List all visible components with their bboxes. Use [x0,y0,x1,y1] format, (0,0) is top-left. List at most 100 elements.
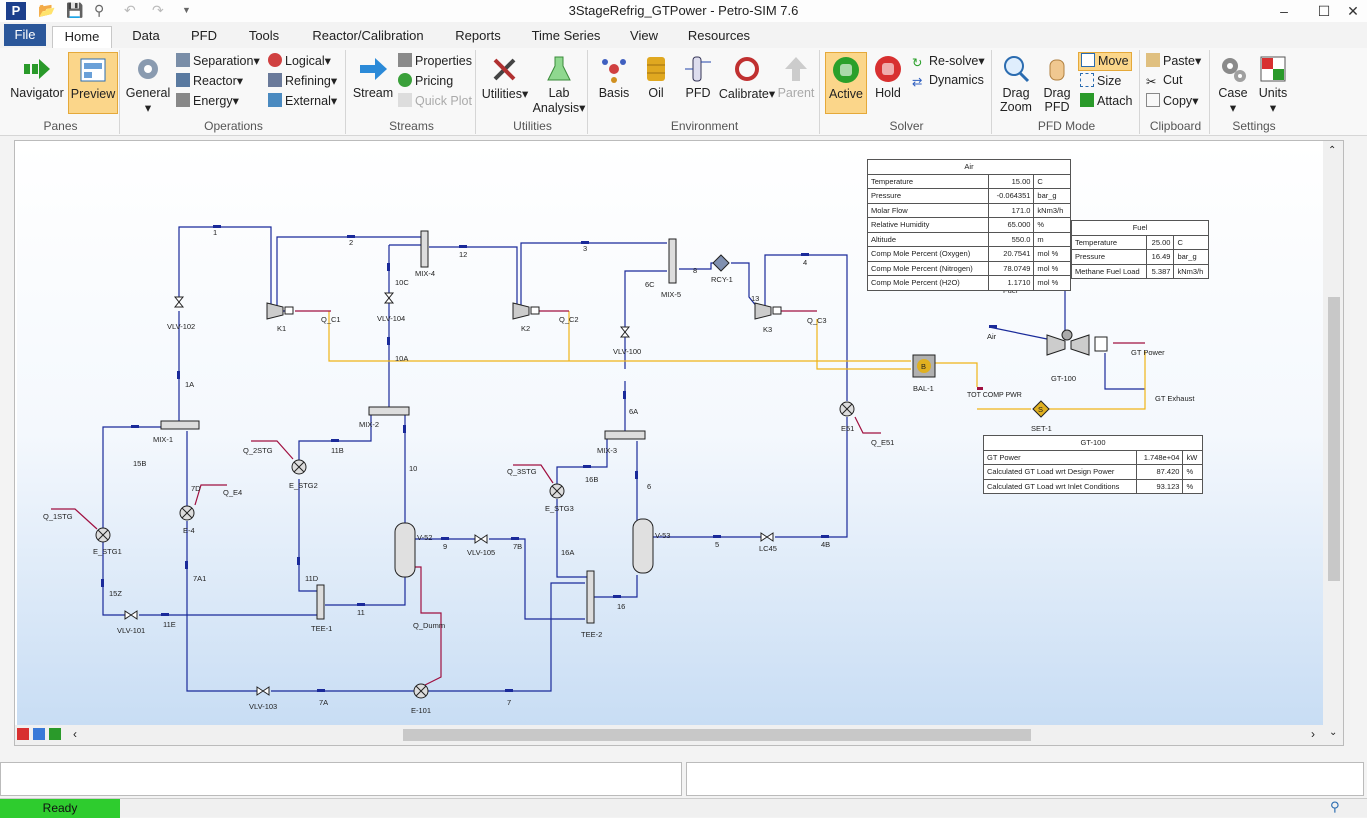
air-table-row[interactable]: Comp Mole Percent (H2O) 1.1710 mol % [866,275,1071,291]
stream-12[interactable] [429,246,518,307]
horizontal-scrollbar[interactable]: ‹ › ⌄ [15,725,1343,745]
compressor-k1[interactable] [266,302,294,320]
copy-button[interactable]: Copy▾ [1146,93,1198,112]
logical-menu[interactable]: Logical▾ [268,53,331,72]
pfd-button[interactable]: PFD [678,52,718,114]
basis-button[interactable]: Basis [592,52,636,114]
air-table-row[interactable]: Relative Humidity 65.000% [866,217,1071,233]
exchanger-estg3[interactable] [549,483,565,499]
lab-analysis-button[interactable]: Lab Analysis▾ [532,52,586,115]
tab-file[interactable]: File [4,24,46,46]
scroll-left-icon[interactable]: ‹ [73,727,77,741]
tab-resources[interactable]: Resources [684,26,754,48]
navigator-button[interactable]: Navigator [6,52,68,114]
stream-4b[interactable] [775,417,848,538]
scroll-right-icon[interactable]: › [1311,727,1315,741]
general-button[interactable]: General ▾ [124,52,172,115]
units-button[interactable]: Units ▾ [1254,52,1292,115]
horizontal-scroll-thumb[interactable] [403,729,1031,741]
close-button[interactable]: ✕ [1336,0,1367,22]
compressor-k3[interactable] [754,302,782,320]
reactor-menu[interactable]: Reactor▾ [176,73,243,92]
zoom-in-icon[interactable] [49,728,61,740]
mixer-mix2[interactable] [368,406,410,416]
paste-button[interactable]: Paste▾ [1146,53,1201,72]
tab-data[interactable]: Data [124,26,168,48]
tab-reports[interactable]: Reports [448,26,508,48]
air-table-value[interactable]: 171.0 [988,202,1035,218]
refining-menu[interactable]: Refining▾ [268,73,337,92]
stream-3[interactable] [520,242,667,307]
valve-vlv104[interactable] [383,292,395,304]
air-table-value[interactable]: -0.064351 [988,188,1035,204]
drag-zoom-button[interactable]: Drag Zoom [996,52,1036,114]
tab-home[interactable]: Home [52,26,112,48]
hold-button[interactable]: Hold [868,52,908,114]
stream-1[interactable] [178,226,272,307]
size-button[interactable]: Size [1080,73,1121,92]
pfd-canvas[interactable]: 1 2 3 4 12 8 6C 10C 10A 1A 15B 11B 10 7D… [17,143,1323,725]
mixer-mix3[interactable] [604,430,646,440]
drag-pfd-button[interactable]: Drag PFD [1038,52,1076,114]
air-table-row[interactable]: Comp Mole Percent (Nitrogen) 78.0749 mol % [866,260,1071,276]
scroll-down-icon[interactable]: ⌄ [1329,727,1337,738]
recycle-rcy1[interactable] [712,254,730,272]
stream-2[interactable] [276,236,421,312]
valve-vlv100[interactable] [619,326,631,338]
fuel-table-row[interactable]: Temperature 25.00 C [1070,234,1209,250]
tee-tee1[interactable] [316,584,325,620]
vertical-scroll-thumb[interactable] [1328,297,1340,581]
exchanger-estg1[interactable] [95,527,111,543]
energy-tot-comp[interactable] [935,362,978,387]
exchanger-estg2[interactable] [291,459,307,475]
external-menu[interactable]: External▾ [268,93,337,112]
valve-lc45[interactable] [760,532,774,542]
case-button[interactable]: Case ▾ [1214,52,1252,115]
utilities-button[interactable]: Utilities▾ [480,52,530,114]
air-table-value[interactable]: 550.0 [988,231,1035,247]
message-panel-right[interactable] [686,762,1364,796]
gas-turbine-gt100[interactable] [1046,329,1108,356]
tab-pfd[interactable]: PFD [184,26,224,48]
minimize-button[interactable]: – [1267,0,1301,22]
air-table-value[interactable]: 1.1710 [988,275,1035,291]
exchanger-e101[interactable] [413,683,429,699]
cut-button[interactable]: ✂ Cut [1146,73,1182,92]
gt100-property-table[interactable]: GT-100 GT Power 1.748e+04 kW Calculated GT … [983,435,1203,494]
duty-qe51[interactable] [854,416,881,434]
air-table-value[interactable]: 20.7541 [988,246,1035,262]
air-table-row[interactable]: Temperature 15.00 C [866,173,1071,189]
air-table-value[interactable]: 15.00 [988,173,1035,189]
vessel-v52[interactable] [394,522,416,578]
stream-gt-exhaust[interactable] [1104,353,1145,390]
gt-table-row[interactable]: Calculated GT Load wrt Inlet Conditions 9… [983,478,1203,494]
vertical-scrollbar[interactable]: ⌃ [1323,141,1343,725]
air-table-row[interactable]: Comp Mole Percent (Oxygen) 20.7541 mol % [866,246,1071,262]
energy-menu[interactable]: Energy▾ [176,93,239,112]
stream-16[interactable] [593,575,638,598]
compressor-k2[interactable] [512,302,540,320]
fuel-table-value[interactable]: 25.00 [1146,234,1175,250]
parent-button[interactable]: Parent [776,52,816,114]
air-table-row[interactable]: Altitude 550.0 m [866,231,1071,247]
pricing-button[interactable]: Pricing [398,73,453,92]
gt-table-value[interactable]: 87.420 [1135,464,1184,480]
gt-table-value[interactable]: 1.748e+04 [1135,449,1184,465]
stream-7a1[interactable] [186,521,257,692]
separation-menu[interactable]: Separation▾ [176,53,260,72]
mixer-mix1[interactable] [160,420,200,430]
fuel-table-value[interactable]: 5.387 [1146,263,1175,279]
vessel-v53[interactable] [632,518,654,574]
mixer-mix4[interactable] [420,230,429,268]
message-panel-left[interactable] [0,762,682,796]
preview-button[interactable]: Preview [68,52,118,114]
stream-11[interactable] [325,577,406,606]
gt-table-value[interactable]: 93.123 [1135,478,1184,494]
dynamics-button[interactable]: ⇄ Dynamics [912,73,984,92]
move-button[interactable]: Move [1078,52,1132,71]
exchanger-e51[interactable] [839,401,855,417]
stream-7[interactable] [427,582,585,692]
air-table-row[interactable]: Molar Flow 171.0 kNm3/h [866,202,1071,218]
air-table-value[interactable]: 78.0749 [988,260,1035,276]
fuel-table-row[interactable]: Pressure 16.49 bar_g [1070,249,1209,265]
